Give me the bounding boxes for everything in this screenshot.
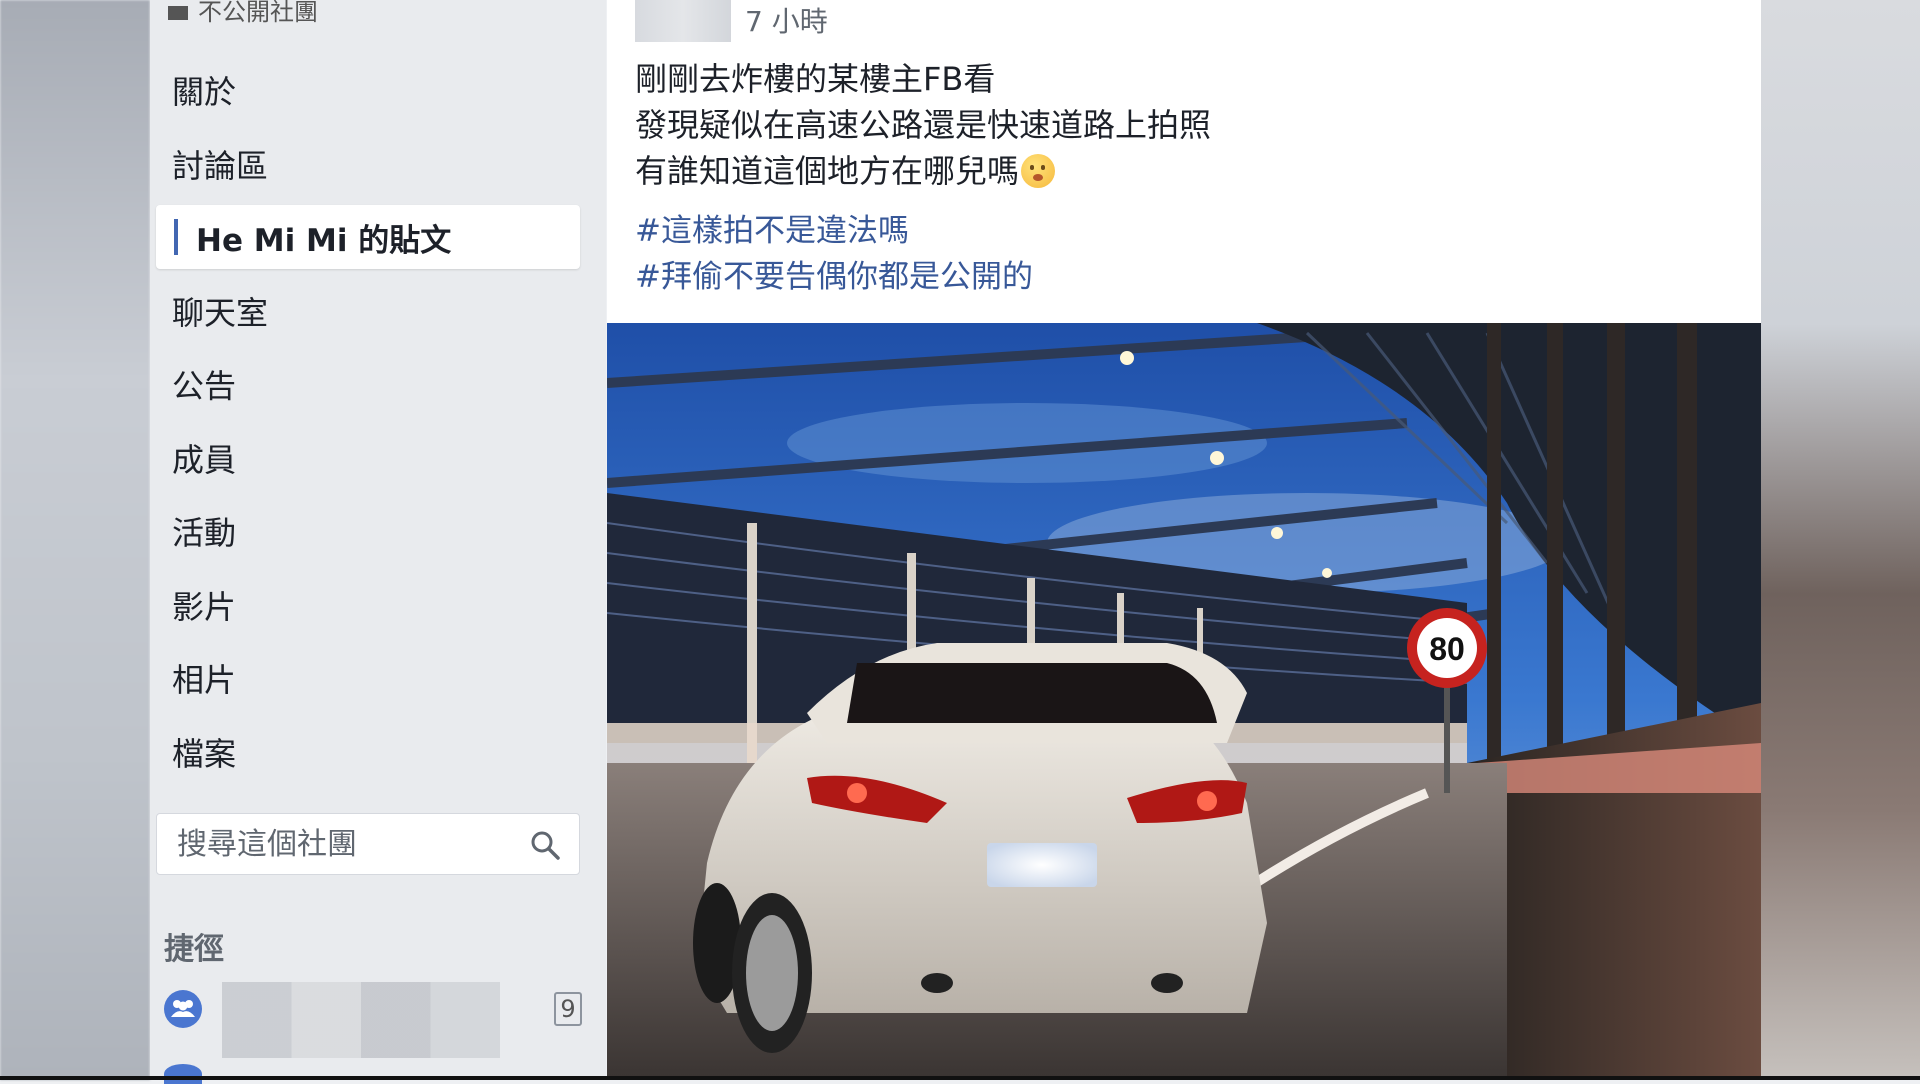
nav-item-announcements[interactable]: 公告 — [156, 352, 580, 416]
lock-icon — [168, 6, 188, 20]
car-on-viaduct-photo: 80 — [607, 323, 1761, 1076]
active-indicator — [174, 219, 178, 255]
post-line: 剛剛去炸樓的某樓主FB看 — [635, 60, 996, 98]
group-privacy-label: 不公開社團 — [168, 0, 318, 27]
post-hashtags: #這樣拍不是違法嗎 #拜偷不要告偶你都是公開的 — [635, 208, 1033, 300]
group-nav: 關於 討論區 He Mi Mi 的貼文 聊天室 公告 成員 活動 影片 相片 檔… — [156, 58, 580, 793]
nav-item-about[interactable]: 關於 — [156, 58, 580, 122]
speed-limit-sign: 80 — [1429, 631, 1465, 667]
group-icon — [164, 1064, 202, 1084]
nav-item-discussion[interactable]: 討論區 — [156, 132, 580, 196]
group-search-box[interactable] — [156, 813, 580, 875]
shortcut-item[interactable]: 9 — [164, 982, 584, 1058]
nav-item-chat[interactable]: 聊天室 — [156, 279, 580, 343]
video-frame-right — [1760, 0, 1920, 1080]
hashtag-link[interactable]: #這樣拍不是違法嗎 — [635, 208, 1033, 254]
blurred-author — [635, 0, 731, 42]
nav-item-events[interactable]: 活動 — [156, 499, 580, 563]
nav-item-members[interactable]: 成員 — [156, 426, 580, 490]
post-card: 7 小時 剛剛去炸樓的某樓主FB看 發現疑似在高速公路還是快速道路上拍照 有誰知… — [607, 0, 1761, 1076]
shortcuts-heading: 捷徑 — [164, 932, 224, 967]
group-sidebar: 不公開社團 關於 討論區 He Mi Mi 的貼文 聊天室 公告 成員 活動 影… — [150, 0, 606, 1084]
search-icon[interactable] — [529, 829, 561, 865]
post-timestamp[interactable]: 7 小時 — [745, 0, 828, 40]
group-search-input[interactable] — [175, 825, 519, 863]
video-frame-bottom — [0, 1076, 1920, 1080]
nav-item-photos[interactable]: 相片 — [156, 646, 580, 710]
hashtag-link[interactable]: #拜偷不要告偶你都是公開的 — [635, 254, 1033, 300]
video-frame-left — [0, 0, 150, 1080]
group-icon — [164, 990, 202, 1028]
post-photo[interactable]: 80 — [607, 323, 1761, 1076]
nav-item-videos[interactable]: 影片 — [156, 573, 580, 637]
post-body: 剛剛去炸樓的某樓主FB看 發現疑似在高速公路還是快速道路上拍照 有誰知道這個地方… — [635, 56, 1211, 194]
post-line: 發現疑似在高速公路還是快速道路上拍照 — [635, 106, 1212, 144]
flushed-face-emoji-icon — [1021, 154, 1056, 188]
post-line: 有誰知道這個地方在哪兒嗎 — [635, 148, 1211, 194]
notification-count-badge: 9 — [554, 992, 582, 1026]
nav-item-user-posts[interactable]: He Mi Mi 的貼文 — [156, 205, 580, 269]
blurred-group-name — [222, 982, 500, 1058]
nav-item-files[interactable]: 檔案 — [156, 720, 580, 784]
